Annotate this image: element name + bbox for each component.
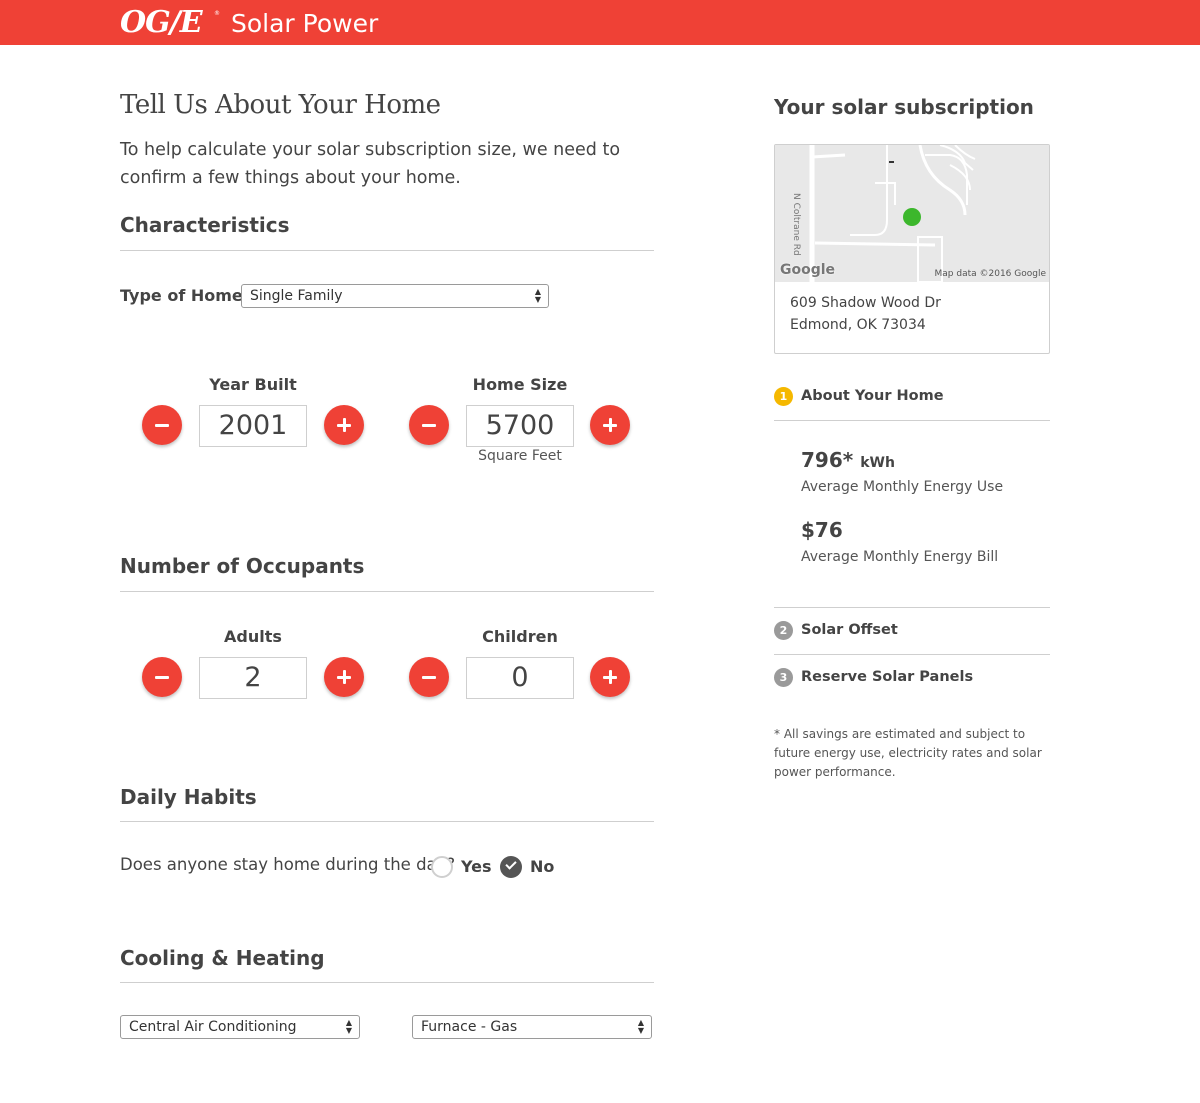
map-road-label: N Coltrane Rd — [791, 193, 801, 256]
minus-icon — [422, 424, 436, 427]
step-2-divider — [774, 654, 1050, 655]
adults-decrement-button[interactable] — [142, 657, 182, 697]
characteristics-heading: Characteristics — [120, 213, 290, 237]
address-line-1: 609 Shadow Wood Dr — [790, 295, 941, 311]
daily-habits-divider — [120, 821, 654, 822]
cooling-select[interactable]: Central Air Conditioning ▲ ▼ — [120, 1015, 360, 1039]
stay-home-yes-radio[interactable] — [431, 856, 453, 878]
energy-use-unit: kWh — [860, 455, 895, 471]
year-built-increment-button[interactable] — [324, 405, 364, 445]
occupants-divider — [120, 591, 654, 592]
google-logo[interactable]: Google — [780, 262, 835, 278]
checkmark-icon — [505, 858, 517, 870]
step-1-badge: 1 — [774, 387, 793, 406]
energy-use-value: 796* kWh — [801, 448, 895, 472]
type-of-home-label: Type of Home — [120, 286, 243, 305]
adults-increment-button[interactable] — [324, 657, 364, 697]
home-size-decrement-button[interactable] — [409, 405, 449, 445]
minus-icon — [422, 676, 436, 679]
year-built-decrement-button[interactable] — [142, 405, 182, 445]
step-reserve-solar-panels[interactable]: Reserve Solar Panels — [801, 669, 973, 685]
stats-divider — [774, 607, 1050, 608]
cooling-heating-divider — [120, 982, 654, 983]
energy-bill-value: $76 — [801, 518, 843, 542]
type-of-home-value: Single Family — [250, 288, 343, 304]
select-arrows-icon: ▲ ▼ — [637, 1018, 645, 1035]
select-arrows-icon: ▲ ▼ — [534, 287, 542, 304]
children-label: Children — [482, 627, 558, 646]
characteristics-divider — [120, 250, 654, 251]
home-size-increment-button[interactable] — [590, 405, 630, 445]
select-arrows-icon: ▲ ▼ — [345, 1018, 353, 1035]
stay-home-yes-label[interactable]: Yes — [461, 857, 492, 876]
step-solar-offset[interactable]: Solar Offset — [801, 622, 898, 638]
year-built-label: Year Built — [209, 375, 297, 394]
adults-label: Adults — [224, 627, 282, 646]
cooling-heating-heading: Cooling & Heating — [120, 946, 325, 970]
step-about-your-home[interactable]: About Your Home — [801, 388, 944, 404]
page-title: Tell Us About Your Home — [120, 90, 441, 120]
step-1-divider — [774, 420, 1050, 421]
logo-registered-mark: ® — [214, 10, 220, 17]
daily-habits-heading: Daily Habits — [120, 785, 257, 809]
location-map[interactable]: N Coltrane Rd Google Map data ©2016 Goog… — [775, 145, 1049, 282]
type-of-home-select[interactable]: Single Family ▲ ▼ — [241, 284, 549, 308]
top-bar: OG/E ® Solar Power — [0, 0, 1200, 45]
energy-bill-label: Average Monthly Energy Bill — [801, 549, 999, 565]
children-decrement-button[interactable] — [409, 657, 449, 697]
step-3-badge: 3 — [774, 668, 793, 687]
adults-input[interactable]: 2 — [199, 657, 307, 699]
stay-home-no-radio[interactable] — [500, 856, 522, 878]
children-increment-button[interactable] — [590, 657, 630, 697]
minus-icon — [155, 424, 169, 427]
step-2-badge: 2 — [774, 621, 793, 640]
intro-text: To help calculate your solar subscriptio… — [120, 140, 621, 188]
heating-value: Furnace - Gas — [421, 1019, 518, 1035]
year-built-input[interactable]: 2001 — [199, 405, 307, 447]
children-input[interactable]: 0 — [466, 657, 574, 699]
home-size-unit: Square Feet — [478, 448, 562, 464]
home-size-input[interactable]: 5700 — [466, 405, 574, 447]
oge-logo[interactable]: OG/E — [120, 6, 203, 40]
subscription-heading: Your solar subscription — [774, 95, 1034, 119]
address-line-2: Edmond, OK 73034 — [790, 317, 926, 333]
map-credit: Map data ©2016 Google — [934, 269, 1047, 279]
cooling-value: Central Air Conditioning — [129, 1019, 297, 1035]
stay-home-no-label[interactable]: No — [530, 857, 554, 876]
energy-use-label: Average Monthly Energy Use — [801, 479, 1004, 495]
stay-home-question: Does anyone stay home during the day? — [120, 855, 456, 874]
address-card: N Coltrane Rd Google Map data ©2016 Goog… — [774, 144, 1050, 354]
savings-footnote: * All savings are estimated and subject … — [774, 727, 1042, 779]
heating-select[interactable]: Furnace - Gas ▲ ▼ — [412, 1015, 652, 1039]
minus-icon — [155, 676, 169, 679]
product-name: Solar Power — [231, 9, 379, 38]
occupants-heading: Number of Occupants — [120, 554, 365, 578]
home-size-label: Home Size — [472, 375, 568, 394]
